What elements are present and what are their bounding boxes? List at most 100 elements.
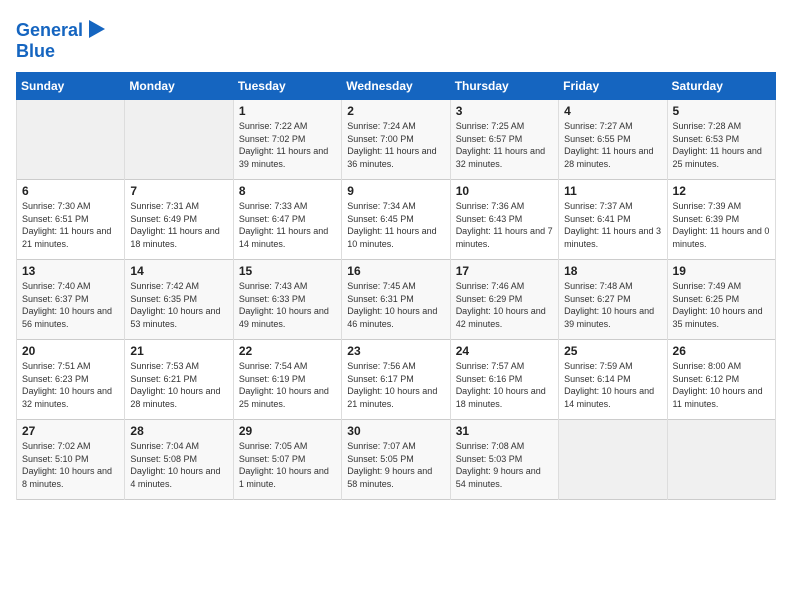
calendar-table: SundayMondayTuesdayWednesdayThursdayFrid… (16, 72, 776, 500)
day-header-sunday: Sunday (17, 73, 125, 100)
calendar-cell: 25 Sunrise: 7:59 AM Sunset: 6:14 PM Dayli… (559, 340, 667, 420)
day-info: Sunrise: 7:36 AM Sunset: 6:43 PM Dayligh… (456, 200, 553, 250)
day-info: Sunrise: 7:48 AM Sunset: 6:27 PM Dayligh… (564, 280, 661, 330)
calendar-cell: 24 Sunrise: 7:57 AM Sunset: 6:16 PM Dayli… (450, 340, 558, 420)
calendar-cell: 1 Sunrise: 7:22 AM Sunset: 7:02 PM Daylig… (233, 100, 341, 180)
calendar-cell: 2Sunrise: 7:24 AM Sunset: 7:00 PM Daylig… (342, 100, 450, 180)
day-number: 10 (456, 184, 553, 198)
day-number: 25 (564, 344, 661, 358)
calendar-cell (559, 420, 667, 500)
calendar-cell: 31Sunrise: 7:08 AM Sunset: 5:03 PM Dayli… (450, 420, 558, 500)
day-number: 14 (130, 264, 227, 278)
day-info: Sunrise: 7:27 AM Sunset: 6:55 PM Dayligh… (564, 120, 661, 170)
day-info: Sunrise: 7:28 AM Sunset: 6:53 PM Dayligh… (673, 120, 770, 170)
day-info: Sunrise: 7:39 AM Sunset: 6:39 PM Dayligh… (673, 200, 770, 250)
day-number: 24 (456, 344, 553, 358)
calendar-cell: 13Sunrise: 7:40 AM Sunset: 6:37 PM Dayli… (17, 260, 125, 340)
day-number: 18 (564, 264, 661, 278)
week-row-2: 6Sunrise: 7:30 AM Sunset: 6:51 PM Daylig… (17, 180, 776, 260)
day-header-thursday: Thursday (450, 73, 558, 100)
day-info: Sunrise: 7:54 AM Sunset: 6:19 PM Dayligh… (239, 360, 336, 410)
day-info: Sunrise: 7:49 AM Sunset: 6:25 PM Dayligh… (673, 280, 770, 330)
calendar-cell: 3 Sunrise: 7:25 AM Sunset: 6:57 PM Daylig… (450, 100, 558, 180)
day-number: 22 (239, 344, 336, 358)
day-info: Sunrise: 7:53 AM Sunset: 6:21 PM Dayligh… (130, 360, 227, 410)
calendar-cell (125, 100, 233, 180)
week-row-4: 20Sunrise: 7:51 AM Sunset: 6:23 PM Dayli… (17, 340, 776, 420)
calendar-cell: 5 Sunrise: 7:28 AM Sunset: 6:53 PM Daylig… (667, 100, 775, 180)
calendar-cell: 8Sunrise: 7:33 AM Sunset: 6:47 PM Daylig… (233, 180, 341, 260)
calendar-cell: 20Sunrise: 7:51 AM Sunset: 6:23 PM Dayli… (17, 340, 125, 420)
day-info: Sunrise: 7:45 AM Sunset: 6:31 PM Dayligh… (347, 280, 444, 330)
day-number: 9 (347, 184, 444, 198)
calendar-cell: 15 Sunrise: 7:43 AM Sunset: 6:33 PM Dayli… (233, 260, 341, 340)
day-info: Sunrise: 7:33 AM Sunset: 6:47 PM Dayligh… (239, 200, 336, 250)
day-info: Sunrise: 7:37 AM Sunset: 6:41 PM Dayligh… (564, 200, 661, 250)
day-info: Sunrise: 7:31 AM Sunset: 6:49 PM Dayligh… (130, 200, 227, 250)
day-header-saturday: Saturday (667, 73, 775, 100)
day-info: Sunrise: 7:46 AM Sunset: 6:29 PM Dayligh… (456, 280, 553, 330)
calendar-cell (667, 420, 775, 500)
day-info: Sunrise: 7:59 AM Sunset: 6:14 PM Dayligh… (564, 360, 661, 410)
day-info: Sunrise: 7:42 AM Sunset: 6:35 PM Dayligh… (130, 280, 227, 330)
day-info: Sunrise: 7:05 AM Sunset: 5:07 PM Dayligh… (239, 440, 336, 490)
day-info: Sunrise: 7:22 AM Sunset: 7:02 PM Dayligh… (239, 120, 336, 170)
calendar-cell: 7Sunrise: 7:31 AM Sunset: 6:49 PM Daylig… (125, 180, 233, 260)
day-number: 15 (239, 264, 336, 278)
calendar-cell: 30Sunrise: 7:07 AM Sunset: 5:05 PM Dayli… (342, 420, 450, 500)
calendar-cell: 19 Sunrise: 7:49 AM Sunset: 6:25 PM Dayli… (667, 260, 775, 340)
day-info: Sunrise: 7:34 AM Sunset: 6:45 PM Dayligh… (347, 200, 444, 250)
day-info: Sunrise: 7:56 AM Sunset: 6:17 PM Dayligh… (347, 360, 444, 410)
day-number: 6 (22, 184, 119, 198)
day-number: 1 (239, 104, 336, 118)
day-number: 27 (22, 424, 119, 438)
header: General Blue (16, 16, 776, 62)
day-number: 11 (564, 184, 661, 198)
day-number: 17 (456, 264, 553, 278)
header-row: SundayMondayTuesdayWednesdayThursdayFrid… (17, 73, 776, 100)
day-number: 29 (239, 424, 336, 438)
day-info: Sunrise: 7:25 AM Sunset: 6:57 PM Dayligh… (456, 120, 553, 170)
day-number: 16 (347, 264, 444, 278)
calendar-cell: 11 Sunrise: 7:37 AM Sunset: 6:41 PM Dayli… (559, 180, 667, 260)
day-info: Sunrise: 7:57 AM Sunset: 6:16 PM Dayligh… (456, 360, 553, 410)
day-number: 30 (347, 424, 444, 438)
day-number: 23 (347, 344, 444, 358)
calendar-cell: 22 Sunrise: 7:54 AM Sunset: 6:19 PM Dayli… (233, 340, 341, 420)
day-number: 21 (130, 344, 227, 358)
day-info: Sunrise: 7:43 AM Sunset: 6:33 PM Dayligh… (239, 280, 336, 330)
calendar-cell: 23 Sunrise: 7:56 AM Sunset: 6:17 PM Dayli… (342, 340, 450, 420)
calendar-cell: 21 Sunrise: 7:53 AM Sunset: 6:21 PM Dayli… (125, 340, 233, 420)
calendar-cell: 29 Sunrise: 7:05 AM Sunset: 5:07 PM Dayli… (233, 420, 341, 500)
logo-arrow-icon (85, 18, 107, 40)
day-number: 5 (673, 104, 770, 118)
calendar-cell (17, 100, 125, 180)
day-header-monday: Monday (125, 73, 233, 100)
day-header-tuesday: Tuesday (233, 73, 341, 100)
day-number: 19 (673, 264, 770, 278)
calendar-cell: 26 Sunrise: 8:00 AM Sunset: 6:12 PM Dayli… (667, 340, 775, 420)
calendar-cell: 14 Sunrise: 7:42 AM Sunset: 6:35 PM Dayli… (125, 260, 233, 340)
day-info: Sunrise: 7:02 AM Sunset: 5:10 PM Dayligh… (22, 440, 119, 490)
day-info: Sunrise: 8:00 AM Sunset: 6:12 PM Dayligh… (673, 360, 770, 410)
day-info: Sunrise: 7:24 AM Sunset: 7:00 PM Dayligh… (347, 120, 444, 170)
calendar-cell: 10 Sunrise: 7:36 AM Sunset: 6:43 PM Dayli… (450, 180, 558, 260)
week-row-3: 13Sunrise: 7:40 AM Sunset: 6:37 PM Dayli… (17, 260, 776, 340)
week-row-5: 27 Sunrise: 7:02 AM Sunset: 5:10 PM Dayli… (17, 420, 776, 500)
day-number: 20 (22, 344, 119, 358)
day-number: 3 (456, 104, 553, 118)
calendar-cell: 28Sunrise: 7:04 AM Sunset: 5:08 PM Dayli… (125, 420, 233, 500)
calendar-cell: 17 Sunrise: 7:46 AM Sunset: 6:29 PM Dayli… (450, 260, 558, 340)
day-info: Sunrise: 7:40 AM Sunset: 6:37 PM Dayligh… (22, 280, 119, 330)
day-number: 26 (673, 344, 770, 358)
calendar-cell: 4 Sunrise: 7:27 AM Sunset: 6:55 PM Daylig… (559, 100, 667, 180)
day-number: 4 (564, 104, 661, 118)
day-number: 28 (130, 424, 227, 438)
day-number: 12 (673, 184, 770, 198)
calendar-cell: 27 Sunrise: 7:02 AM Sunset: 5:10 PM Dayli… (17, 420, 125, 500)
day-number: 31 (456, 424, 553, 438)
day-header-wednesday: Wednesday (342, 73, 450, 100)
calendar-cell: 12 Sunrise: 7:39 AM Sunset: 6:39 PM Dayli… (667, 180, 775, 260)
logo: General Blue (16, 16, 107, 62)
week-row-1: 1 Sunrise: 7:22 AM Sunset: 7:02 PM Daylig… (17, 100, 776, 180)
